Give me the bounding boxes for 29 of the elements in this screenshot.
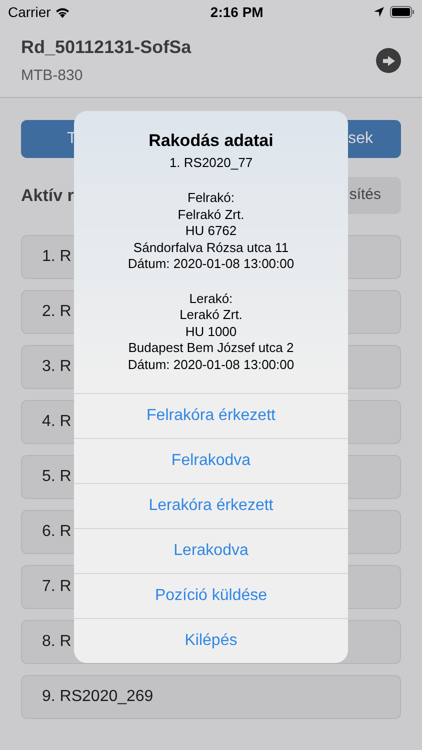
dialog-detail-line: Lerakó: [189,290,233,307]
list-item[interactable]: 9. RS2020_269 [21,675,401,719]
dialog-detail-line: Felrakó: [188,190,234,206]
exit-arrow-icon [382,54,396,66]
dialog-action-button[interactable]: Lerakóra érkezett [74,483,348,528]
dialog-action-button[interactable]: Lerakodva [74,528,348,573]
dialog-action-button[interactable]: Felrakóra érkezett [74,393,348,438]
location-arrow-icon [374,7,384,17]
carrier-label: Carrier [8,2,51,22]
dialog-detail-line: Dátum: 2020-01-08 13:00:00 [128,356,294,373]
dialog-detail-line: Felrakó Zrt. [178,206,244,223]
dialog-subtitle: 1. RS2020_77 [169,154,253,172]
battery-icon [390,6,414,18]
plate-subtitle: MTB-830 [21,66,84,86]
dialog-action-button[interactable]: Felrakodva [74,438,348,483]
dialog-detail-line: Lerakó Zrt. [180,307,242,324]
dialog-detail-line: HU 1000 [185,324,237,340]
section-title: Aktív r [21,184,74,207]
dialog-action-button[interactable]: Kilépés [74,618,348,663]
dialog-detail-line: Budapest Bem József utca 2 [128,340,294,356]
status-time: 2:16 PM [210,2,264,22]
dialog-detail-line: HU 6762 [185,223,237,240]
dialog-title: Rakodás adatai [148,130,274,152]
wifi-icon [54,6,70,18]
dialog-action-button[interactable]: Pozíció küldése [74,573,348,618]
dialog-detail-line: Dátum: 2020-01-08 13:00:00 [128,256,294,272]
dialog-detail-line: Sándorfalva Rózsa utca 11 [133,240,289,256]
driver-title: Rd_50112131-SofSa [21,36,192,59]
logout-button[interactable] [376,48,401,73]
